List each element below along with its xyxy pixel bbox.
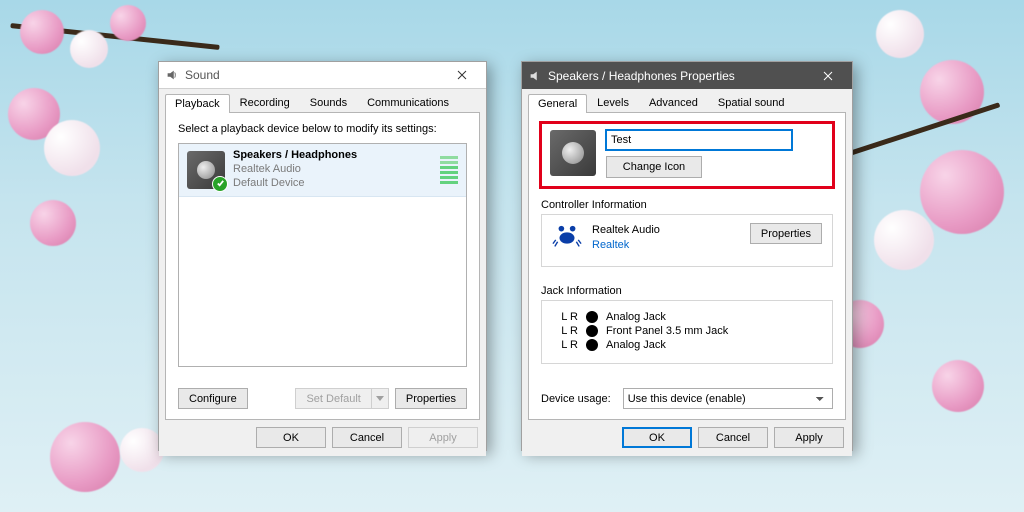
playback-button-row: Configure Set Default Properties: [178, 388, 467, 409]
flower-decoration: [110, 5, 146, 41]
instruction-text: Select a playback device below to modify…: [178, 123, 467, 135]
device-list[interactable]: Speakers / Headphones Realtek Audio Defa…: [178, 143, 467, 367]
dialog-footer: OK Cancel Apply: [522, 420, 852, 456]
speaker-icon: [187, 151, 225, 189]
window-title: Sound: [185, 68, 442, 82]
apply-button[interactable]: Apply: [408, 427, 478, 448]
tab-levels[interactable]: Levels: [587, 93, 639, 112]
jack-dot-icon: [586, 311, 598, 323]
jack-lr: L R: [552, 339, 578, 351]
tabs-row: Playback Recording Sounds Communications: [159, 89, 486, 112]
controller-name: Realtek Audio: [592, 223, 740, 238]
flower-decoration: [874, 210, 934, 270]
tabs-row: General Levels Advanced Spatial sound: [522, 89, 852, 112]
tab-spatial-sound[interactable]: Spatial sound: [708, 93, 795, 112]
highlight-annotation: Change Icon: [539, 121, 835, 189]
flower-decoration: [70, 30, 108, 68]
device-driver: Realtek Audio: [233, 163, 432, 177]
tab-panel-general: Change Icon Controller Information Realt…: [528, 112, 846, 420]
level-meter: [440, 156, 458, 184]
sound-icon: [165, 68, 179, 82]
set-default-split-button[interactable]: Set Default: [295, 388, 388, 409]
device-text: Speakers / Headphones Realtek Audio Defa…: [233, 149, 432, 190]
apply-button[interactable]: Apply: [774, 427, 844, 448]
device-name: Speakers / Headphones: [233, 149, 432, 163]
flower-decoration: [50, 422, 120, 492]
set-default-button[interactable]: Set Default: [295, 388, 370, 409]
tab-panel-playback: Select a playback device below to modify…: [165, 112, 480, 420]
dialog-footer: OK Cancel Apply: [159, 420, 486, 456]
jack-dot-icon: [586, 325, 598, 337]
jack-row: L R Front Panel 3.5 mm Jack: [552, 325, 822, 337]
jack-row: L R Analog Jack: [552, 339, 822, 351]
configure-button[interactable]: Configure: [178, 388, 248, 409]
window-title: Speakers / Headphones Properties: [548, 69, 808, 83]
device-name-input[interactable]: [606, 130, 792, 150]
flower-decoration: [876, 10, 924, 58]
flower-decoration: [920, 150, 1004, 234]
flower-decoration: [932, 360, 984, 412]
tab-general[interactable]: General: [528, 94, 587, 113]
flower-decoration: [44, 120, 100, 176]
jack-label: Front Panel 3.5 mm Jack: [606, 325, 728, 337]
close-button[interactable]: [808, 62, 848, 89]
device-usage-select[interactable]: Use this device (enable): [623, 388, 833, 409]
device-status: Default Device: [233, 177, 432, 191]
ok-button[interactable]: OK: [622, 427, 692, 448]
flower-decoration: [20, 10, 64, 54]
jack-lr: L R: [552, 311, 578, 323]
ok-button[interactable]: OK: [256, 427, 326, 448]
tab-recording[interactable]: Recording: [230, 93, 300, 112]
jack-info-box: L R Analog Jack L R Front Panel 3.5 mm J…: [541, 300, 833, 364]
jack-lr: L R: [552, 325, 578, 337]
jack-label: Analog Jack: [606, 311, 666, 323]
titlebar[interactable]: Speakers / Headphones Properties: [522, 62, 852, 89]
controller-properties-button[interactable]: Properties: [750, 223, 822, 244]
sound-window: Sound Playback Recording Sounds Communic…: [158, 61, 487, 451]
change-icon-button[interactable]: Change Icon: [606, 156, 702, 178]
device-usage-label: Device usage:: [541, 393, 611, 405]
tab-communications[interactable]: Communications: [357, 93, 459, 112]
jack-dot-icon: [586, 339, 598, 351]
tab-advanced[interactable]: Advanced: [639, 93, 708, 112]
speaker-icon: [550, 130, 596, 176]
tab-playback[interactable]: Playback: [165, 94, 230, 113]
device-properties-button[interactable]: Properties: [395, 388, 467, 409]
speaker-icon: [528, 69, 542, 83]
close-button[interactable]: [442, 62, 482, 88]
chevron-down-icon[interactable]: [371, 388, 389, 409]
realtek-crab-icon: [552, 223, 582, 249]
jack-row: L R Analog Jack: [552, 311, 822, 323]
controller-vendor-link[interactable]: Realtek: [592, 238, 740, 253]
titlebar[interactable]: Sound: [159, 62, 486, 89]
controller-info-box: Realtek Audio Realtek Properties: [541, 214, 833, 267]
jack-info-label: Jack Information: [541, 285, 833, 297]
device-usage-row: Device usage: Use this device (enable): [541, 388, 833, 409]
tab-sounds[interactable]: Sounds: [300, 93, 357, 112]
flower-decoration: [30, 200, 76, 246]
controller-info-label: Controller Information: [541, 199, 833, 211]
cancel-button[interactable]: Cancel: [698, 427, 768, 448]
device-row-speakers[interactable]: Speakers / Headphones Realtek Audio Defa…: [179, 144, 466, 197]
properties-window: Speakers / Headphones Properties General…: [521, 61, 853, 451]
cancel-button[interactable]: Cancel: [332, 427, 402, 448]
default-check-icon: [212, 176, 228, 192]
jack-label: Analog Jack: [606, 339, 666, 351]
